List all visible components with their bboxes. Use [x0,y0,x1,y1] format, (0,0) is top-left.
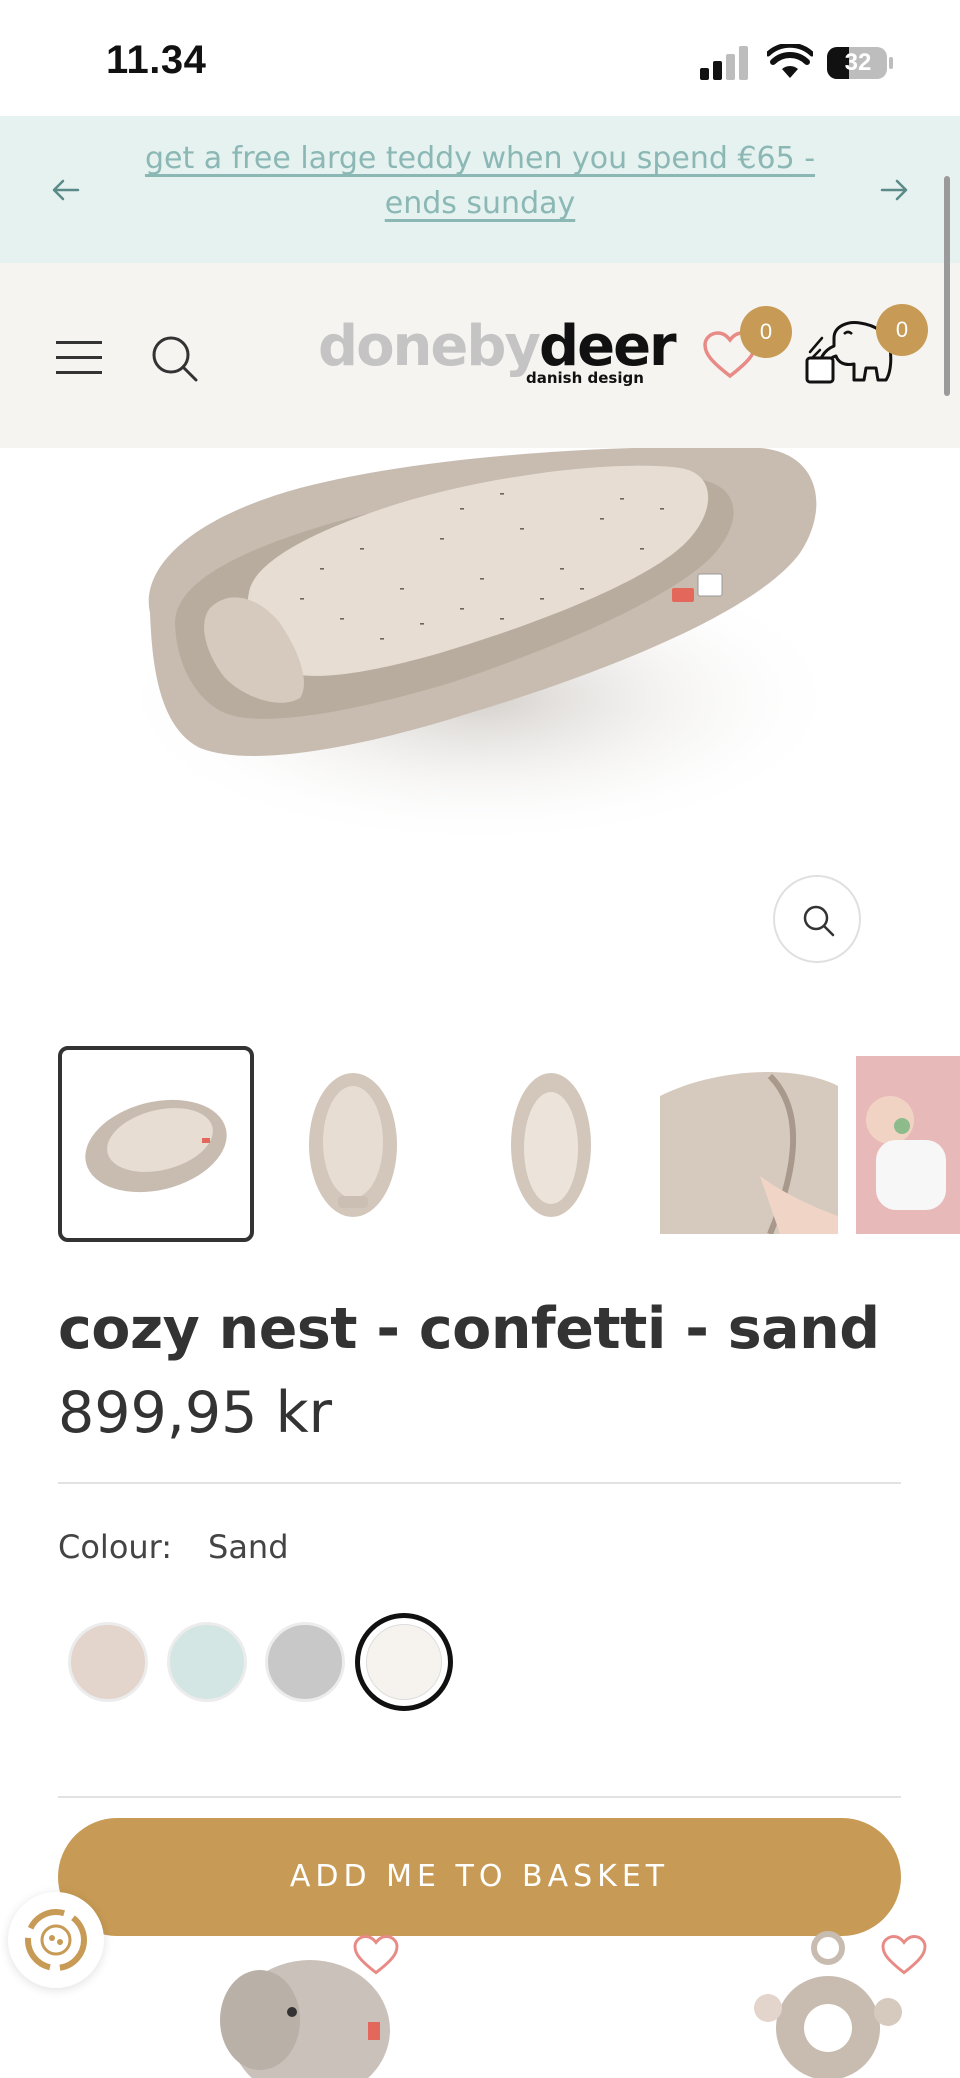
arrow-right-icon[interactable] [876,172,912,208]
arrow-left-icon[interactable] [48,172,84,208]
thumbnail-baby-in-nest [856,1056,960,1234]
zoom-button[interactable] [773,875,861,963]
brand-logo[interactable]: donebydeer danish design [318,319,677,389]
logo-tagline: danish design [526,369,644,387]
divider [58,1796,901,1798]
cellular-signal-icon [700,46,748,80]
thumbnail-nest-detail [660,1056,838,1234]
wishlist-count-badge: 0 [740,306,792,358]
search-icon[interactable] [150,334,200,384]
promo-link[interactable]: get a free large teddy when you spend €6… [110,136,850,226]
cart-count-badge: 0 [876,304,928,356]
swatch-powder[interactable] [68,1622,148,1702]
zoom-icon [803,905,835,937]
thumbnail-2[interactable] [264,1056,442,1234]
promo-banner: get a free large teddy when you spend €6… [0,116,960,263]
thumbnail-strip [0,1046,960,1246]
rewards-widget-button[interactable] [8,1892,104,1988]
status-bar: 11.34 32 [0,0,960,116]
swatch-blue[interactable] [167,1622,247,1702]
thumbnail-3[interactable] [462,1056,640,1234]
scrollbar[interactable] [944,176,950,396]
thumbnail-nest-top [309,1073,397,1217]
thumbnail-nest-angled [85,1099,227,1193]
colour-value: Sand [208,1528,289,1566]
product-title: cozy nest - confetti - sand [58,1296,880,1362]
logo-light: doneby [318,314,541,379]
thumbnail-1[interactable] [58,1046,254,1242]
promo-text: get a free large teddy when you spend €6… [144,141,816,221]
battery-icon: 32 [826,46,894,80]
thumbnail-nest-top-2 [511,1073,591,1217]
thumbnail-5[interactable] [856,1056,960,1234]
recycle-icon [25,1909,87,1971]
wifi-icon [767,44,813,78]
wishlist-heart-icon[interactable] [352,1934,400,1976]
thumbnail-4[interactable] [660,1056,838,1234]
colour-label: Colour: [58,1528,173,1566]
logo-wordmark: donebydeer [318,319,677,375]
swatch-grey[interactable] [265,1622,345,1702]
battery-level: 32 [844,49,872,76]
swatch-sand-fill [366,1624,442,1700]
hamburger-menu-icon[interactable] [56,339,104,377]
swatch-sand-selected[interactable] [355,1613,453,1711]
status-time: 11.34 [106,38,207,82]
add-to-basket-button[interactable]: ADD ME TO BASKET [58,1818,901,1936]
product-price: 899,95 kr [58,1380,333,1446]
divider [58,1482,901,1484]
wishlist-heart-icon[interactable] [880,1934,928,1976]
